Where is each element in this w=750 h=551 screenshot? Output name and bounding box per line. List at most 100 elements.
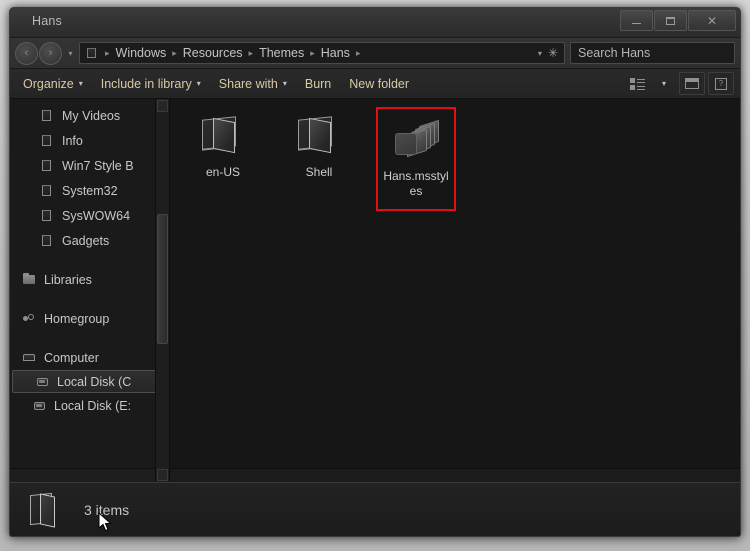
sidebar-item-win7-style-b[interactable]: Win7 Style B — [10, 153, 169, 178]
include-in-library-button[interactable]: Include in library ▾ — [92, 74, 210, 94]
breadcrumb-separator[interactable]: ▸ — [246, 48, 257, 59]
folder-icon — [40, 109, 56, 123]
recent-locations-button[interactable]: ▾ — [64, 49, 77, 58]
navigation-bar: ‹ › ▾ ▸ Windows ▸ Resources ▸ Themes ▸ H… — [10, 38, 740, 69]
organize-button[interactable]: Organize ▾ — [14, 74, 92, 94]
search-box[interactable] — [570, 42, 740, 64]
navigation-pane: My Videos Info Win7 Style B System32 Sys… — [10, 99, 170, 482]
new-folder-label: New folder — [349, 76, 410, 91]
title-bar[interactable]: Hans ✕ — [10, 8, 740, 38]
window-controls: ✕ — [620, 10, 736, 31]
search-input[interactable] — [576, 45, 740, 61]
file-item-shell[interactable]: Shell — [280, 107, 358, 211]
refresh-icon[interactable]: ✳ — [548, 47, 558, 59]
folder-icon — [40, 209, 56, 223]
sidebar-item-system32[interactable]: System32 — [10, 178, 169, 203]
open-folder-icon — [196, 111, 250, 159]
folder-icon — [40, 159, 56, 173]
library-icon — [22, 272, 38, 287]
burn-button[interactable]: Burn — [296, 74, 340, 94]
share-with-label: Share with — [218, 76, 278, 91]
sidebar-item-syswow64[interactable]: SysWOW64 — [10, 203, 169, 228]
sidebar-item-label: Computer — [44, 350, 99, 365]
sidebar-item-local-disk-e[interactable]: Local Disk (E: — [10, 393, 169, 418]
sidebar-item-gadgets[interactable]: Gadgets — [10, 228, 169, 253]
view-mode-icon — [629, 77, 645, 90]
chevron-down-icon: ▾ — [282, 78, 287, 88]
folder-icon — [86, 47, 98, 59]
computer-icon — [22, 351, 38, 365]
sidebar-item-label: My Videos — [62, 108, 121, 123]
sidebar-item-label: System32 — [62, 183, 118, 198]
breadcrumb-separator[interactable]: ▸ — [307, 48, 318, 59]
preview-pane-button[interactable] — [679, 72, 705, 95]
file-list-pane[interactable]: en-US Shell Hans.msstyles — [170, 99, 740, 482]
include-in-library-label: Include in library — [100, 76, 192, 91]
back-button[interactable]: ‹ — [15, 41, 38, 65]
help-icon: ? — [715, 77, 727, 90]
preview-pane-icon — [685, 78, 699, 89]
file-grid: en-US Shell Hans.msstyles — [184, 107, 740, 211]
help-button[interactable]: ? — [708, 72, 734, 95]
forward-button[interactable]: › — [39, 41, 62, 65]
minimize-icon — [632, 22, 641, 24]
sidebar-vertical-scrollbar[interactable] — [155, 99, 169, 482]
sidebar-item-label: Local Disk (C — [57, 374, 132, 389]
file-item-hans-msstyles[interactable]: Hans.msstyles — [376, 107, 456, 211]
share-with-button[interactable]: Share with ▾ — [210, 74, 296, 94]
view-mode-dropdown[interactable]: ▾ — [652, 73, 676, 94]
breadcrumb-separator[interactable]: ▸ — [169, 48, 180, 59]
chevron-down-icon: ▾ — [78, 78, 83, 88]
item-count-label: 3 items — [84, 502, 130, 518]
explorer-window: Hans ✕ ‹ › ▾ ▸ Windows ▸ Resources ▸ The… — [9, 7, 741, 537]
sidebar-item-label: Libraries — [44, 272, 92, 287]
file-item-label: Hans.msstyles — [383, 169, 449, 198]
folder-icon — [40, 184, 56, 198]
folder-icon — [40, 234, 56, 248]
file-list-horizontal-scrollbar[interactable] — [170, 468, 740, 482]
sidebar-item-my-videos[interactable]: My Videos — [10, 103, 169, 128]
file-item-label: en-US — [205, 165, 240, 179]
sidebar-scroll-thumb[interactable] — [157, 214, 168, 344]
sidebar-item-info[interactable]: Info — [10, 128, 169, 153]
breadcrumb-item-hans[interactable]: Hans — [318, 46, 353, 60]
sidebar-item-local-disk-c[interactable]: Local Disk (C — [12, 370, 167, 393]
open-folder-icon — [28, 490, 62, 530]
breadcrumb-item-themes[interactable]: Themes — [256, 46, 307, 60]
sidebar-horizontal-scrollbar[interactable] — [10, 468, 169, 482]
command-toolbar: Organize ▾ Include in library ▾ Share wi… — [10, 69, 740, 99]
scroll-down-icon[interactable] — [157, 469, 168, 481]
chevron-down-icon: ▾ — [661, 78, 666, 88]
breadcrumb-separator[interactable]: ▸ — [353, 48, 364, 59]
sidebar-item-label: Gadgets — [62, 233, 110, 248]
sidebar-item-label: Info — [62, 133, 83, 148]
file-item-en-us[interactable]: en-US — [184, 107, 262, 211]
breadcrumb-item-windows[interactable]: Windows — [113, 46, 170, 60]
explorer-body: My Videos Info Win7 Style B System32 Sys… — [10, 99, 740, 482]
breadcrumb-item-resources[interactable]: Resources — [180, 46, 246, 60]
sidebar-item-label: Homegroup — [44, 311, 110, 326]
sidebar-item-homegroup[interactable]: Homegroup — [10, 306, 169, 331]
sidebar-item-label: SysWOW64 — [62, 208, 131, 223]
homegroup-icon — [22, 312, 38, 326]
sidebar-item-computer[interactable]: Computer — [10, 345, 169, 370]
close-button[interactable]: ✕ — [688, 10, 736, 31]
chevron-down-icon[interactable]: ▾ — [538, 49, 542, 58]
open-folder-icon — [292, 111, 346, 159]
new-folder-button[interactable]: New folder — [340, 74, 418, 94]
minimize-button[interactable] — [620, 10, 653, 31]
file-item-label: Shell — [305, 165, 333, 179]
sidebar-item-label: Win7 Style B — [62, 158, 134, 173]
status-bar: 3 items — [10, 482, 740, 536]
disk-icon — [35, 375, 51, 389]
sidebar-item-libraries[interactable]: Libraries — [10, 267, 169, 292]
address-bar-actions: ▾ ✳ — [538, 47, 561, 59]
chevron-down-icon: ▾ — [196, 78, 201, 88]
toolbar-right-group: ▾ ? — [625, 72, 736, 95]
organize-label: Organize — [23, 76, 74, 91]
address-bar[interactable]: ▸ Windows ▸ Resources ▸ Themes ▸ Hans ▸ … — [79, 42, 565, 64]
view-mode-button[interactable] — [625, 73, 649, 94]
burn-label: Burn — [304, 76, 332, 91]
maximize-button[interactable] — [654, 10, 687, 31]
scroll-up-icon[interactable] — [157, 100, 168, 112]
